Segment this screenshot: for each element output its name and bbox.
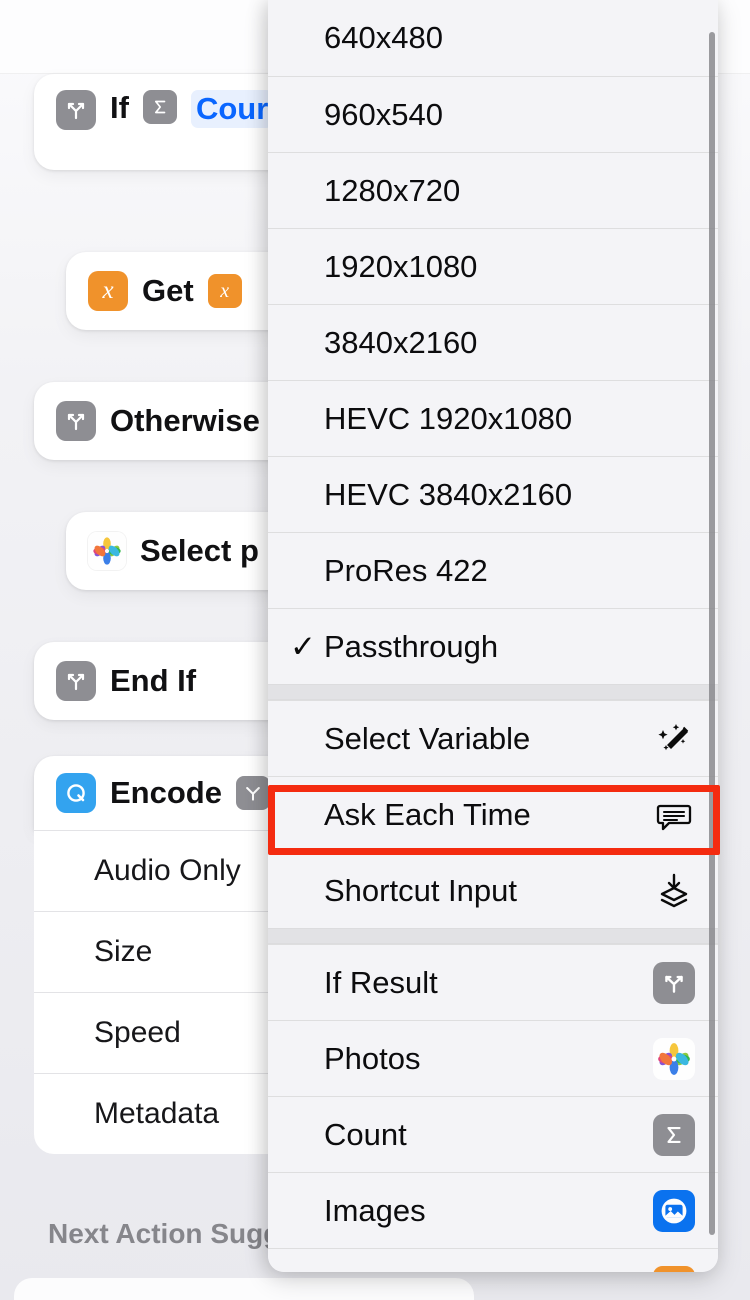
menu-item-label: HEVC 3840x2160	[324, 476, 573, 512]
menu-item-label: Images	[324, 1192, 426, 1228]
next-action-suggestion-label: Next Action Sugg	[48, 1218, 281, 1249]
checkmark-icon: ✓	[290, 629, 316, 664]
branch-icon	[56, 90, 96, 130]
variable-icon: x	[88, 271, 128, 311]
menu-item-label: 960x540	[324, 96, 443, 132]
menu-item-prores-422[interactable]: ProRes 422	[268, 532, 718, 608]
photos-app-icon	[652, 1037, 696, 1081]
section-divider	[268, 684, 718, 700]
menu-item-label: Ask Each Time	[324, 796, 531, 832]
sigma-icon	[652, 1113, 696, 1157]
menu-item-count[interactable]: Count	[268, 1096, 718, 1172]
menu-item-shortcut-input[interactable]: Shortcut Input	[268, 852, 718, 928]
menu-item-label: 640x480	[324, 20, 443, 55]
screen: C If Cour 0 x Get x	[0, 0, 750, 1300]
menu-item-select-variable[interactable]: Select Variable	[268, 700, 718, 776]
action-variable-count[interactable]: Cour	[190, 90, 274, 128]
quicktime-icon	[56, 773, 96, 813]
menu-item-label: If Result	[324, 964, 438, 1000]
bottom-sheet-edge	[14, 1278, 474, 1300]
menu-item-label: Shortcut Input	[324, 872, 518, 908]
speech-bubble-icon	[652, 793, 696, 837]
branch-icon	[56, 401, 96, 441]
action-label-select-photos: Select p	[140, 533, 259, 568]
menu-item-label: 1280x720	[324, 172, 461, 208]
photos-app-icon	[88, 532, 126, 570]
layers-down-icon	[652, 869, 696, 913]
menu-item-1920x1080[interactable]: 1920x1080	[268, 228, 718, 304]
menu-scrollbar[interactable]	[709, 32, 715, 1235]
menu-sections: 640x480 960x540 1280x720 1920x1080 3840x…	[268, 0, 718, 1272]
variable-icon-inline: x	[207, 274, 242, 308]
menu-item-hevc-3840x2160[interactable]: HEVC 3840x2160	[268, 456, 718, 532]
menu-item-label: Count	[324, 1116, 407, 1152]
menu-item-640x480[interactable]: 640x480	[268, 0, 718, 76]
branch-icon-inline	[235, 776, 270, 810]
menu-item-3840x2160[interactable]: 3840x2160	[268, 304, 718, 380]
action-label-if: If	[110, 90, 129, 125]
menu-item-960x540[interactable]: 960x540	[268, 76, 718, 152]
images-icon	[652, 1189, 696, 1233]
sigma-icon	[142, 90, 177, 124]
menu-item-1280x720[interactable]: 1280x720	[268, 152, 718, 228]
menu-item-video[interactable]: Video	[268, 1248, 718, 1272]
menu-item-hevc-1920x1080[interactable]: HEVC 1920x1080	[268, 380, 718, 456]
action-label-encode: Encode	[110, 775, 222, 810]
magic-wand-icon	[652, 717, 696, 761]
param-label: Audio Only	[94, 854, 241, 887]
action-label-otherwise: Otherwise	[110, 403, 260, 438]
param-label: Metadata	[94, 1097, 220, 1130]
action-label-get: Get	[142, 273, 194, 308]
menu-item-photos[interactable]: Photos	[268, 1020, 718, 1096]
menu-item-label: 1920x1080	[324, 248, 478, 284]
menu-item-label: ProRes 422	[324, 552, 488, 588]
action-label-end-if: End If	[110, 663, 197, 698]
menu-item-label: Select Variable	[324, 720, 531, 756]
param-label: Speed	[94, 1016, 181, 1049]
menu-item-label: Photos	[324, 1040, 421, 1076]
menu-item-label: Video	[324, 1269, 652, 1273]
video-icon	[652, 1265, 696, 1272]
menu-item-if-result[interactable]: If Result	[268, 944, 718, 1020]
menu-item-ask-each-time[interactable]: Ask Each Time	[268, 776, 718, 852]
menu-item-label: 3840x2160	[324, 324, 478, 360]
menu-item-images[interactable]: Images	[268, 1172, 718, 1248]
menu-item-passthrough[interactable]: ✓ Passthrough	[268, 608, 718, 684]
menu-item-label: HEVC 1920x1080	[324, 400, 573, 436]
resolution-dropdown-menu[interactable]: 640x480 960x540 1280x720 1920x1080 3840x…	[268, 0, 718, 1272]
menu-item-label: Passthrough	[324, 628, 499, 664]
section-divider	[268, 928, 718, 944]
branch-icon	[652, 961, 696, 1005]
param-label: Size	[94, 935, 153, 968]
branch-icon	[56, 661, 96, 701]
